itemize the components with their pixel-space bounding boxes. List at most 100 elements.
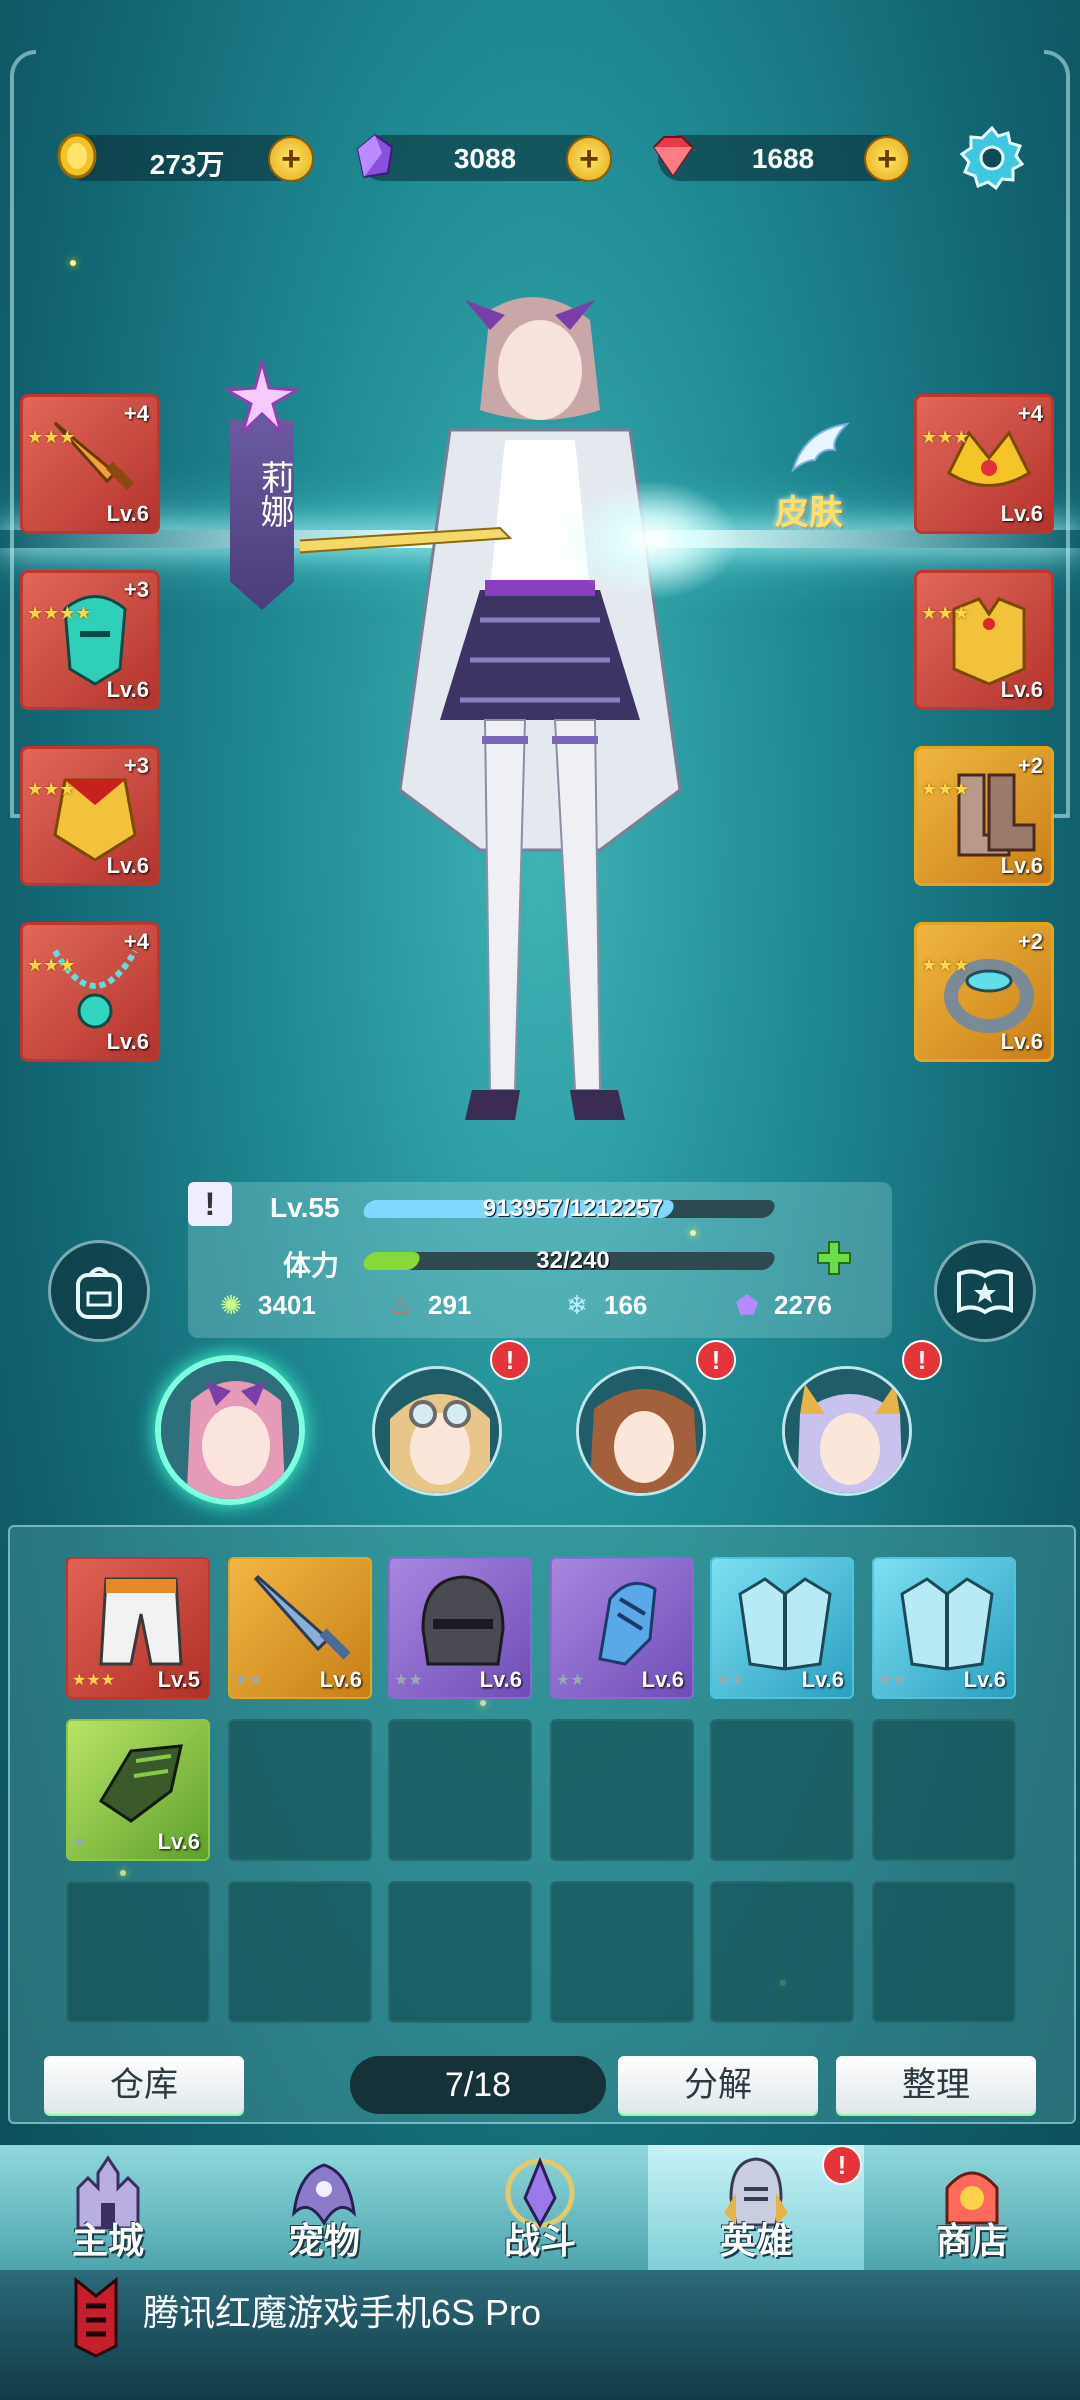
settings-gear-icon[interactable] bbox=[958, 124, 1026, 192]
nav-pet[interactable]: 宠物 bbox=[216, 2145, 432, 2270]
plate-armor-icon bbox=[900, 1577, 994, 1671]
nav-main-city[interactable]: 主城 bbox=[0, 2145, 216, 2270]
rarity-stars: ★★ bbox=[556, 1672, 585, 1689]
rarity-stars: ★★★ bbox=[921, 603, 970, 623]
decompose-button[interactable]: 分解 bbox=[618, 2056, 818, 2114]
empty-slot[interactable] bbox=[388, 1881, 532, 2023]
item-level: Lv.6 bbox=[319, 1667, 362, 1692]
rarity-stars: ★★ bbox=[234, 1672, 263, 1689]
rarity-stars: ★★★ bbox=[921, 779, 970, 799]
hero-avatar-2[interactable] bbox=[372, 1366, 502, 1496]
empty-slot[interactable] bbox=[228, 1719, 372, 1861]
empty-slot[interactable] bbox=[66, 1881, 210, 2023]
crystal-currency: 3088 + bbox=[356, 133, 612, 182]
nav-label: 战斗 bbox=[503, 2220, 576, 2261]
add-ruby-button[interactable]: + bbox=[864, 136, 910, 182]
nav-battle[interactable]: 战斗 bbox=[432, 2145, 648, 2270]
nav-label: 英雄 bbox=[719, 2220, 792, 2261]
stat-defense: ⬟ 2276 bbox=[734, 1290, 832, 1321]
add-crystal-button[interactable]: + bbox=[566, 136, 612, 182]
rarity-stars: ★★★ bbox=[27, 779, 76, 799]
add-gold-button[interactable]: + bbox=[268, 136, 314, 182]
equip-slot-helmet[interactable]: ★★★★ +3 Lv.6 bbox=[20, 570, 160, 710]
enhance-level: +4 bbox=[1017, 401, 1043, 426]
item-level: Lv.5 bbox=[157, 1667, 200, 1692]
shield-icon: ⬟ bbox=[735, 1290, 759, 1320]
empty-slot[interactable] bbox=[872, 1881, 1016, 2023]
empty-slot[interactable] bbox=[550, 1719, 694, 1861]
empty-slot[interactable] bbox=[710, 1719, 854, 1861]
hero-name: 莉娜 bbox=[255, 460, 293, 528]
rarity-stars: ★★★ bbox=[921, 955, 970, 975]
bottom-navigation: 主城 宠物 战斗 英雄 ! 商店 bbox=[0, 2145, 1080, 2270]
nav-label: 商店 bbox=[935, 2220, 1008, 2261]
stat-value: 2276 bbox=[774, 1290, 832, 1320]
enhance-level: +2 bbox=[1017, 753, 1043, 778]
skin-button[interactable]: 皮肤 bbox=[775, 485, 843, 534]
inventory-item[interactable]: ★★ Lv.6 bbox=[710, 1557, 854, 1699]
backpack-button[interactable] bbox=[48, 1240, 150, 1342]
inventory-item[interactable]: ★★★ Lv.5 bbox=[66, 1557, 210, 1699]
rarity-stars: ★★★ bbox=[72, 1672, 116, 1689]
add-stamina-button[interactable] bbox=[814, 1238, 854, 1278]
equip-slot-boots[interactable]: ★★★ +2 Lv.6 bbox=[914, 746, 1054, 886]
enhance-level: +2 bbox=[1017, 929, 1043, 954]
codex-button[interactable] bbox=[934, 1240, 1036, 1342]
equip-slot-necklace[interactable]: ★★★ +4 Lv.6 bbox=[20, 922, 160, 1062]
hero-nav-alert-badge: ! bbox=[822, 2145, 862, 2185]
device-brand-text: 腾讯红魔游戏手机6S Pro bbox=[143, 2292, 542, 2333]
item-level: Lv.6 bbox=[963, 1667, 1006, 1692]
empty-slot[interactable] bbox=[228, 1881, 372, 2023]
inventory-count: 7/18 bbox=[350, 2056, 606, 2114]
stamina-label: 体力 bbox=[283, 1250, 340, 1281]
iron-helmet-icon bbox=[421, 1575, 505, 1666]
equip-slot-chest[interactable]: ★★★ Lv.6 bbox=[914, 570, 1054, 710]
rarity-stars: ★★★ bbox=[921, 427, 970, 447]
empty-slot[interactable] bbox=[388, 1719, 532, 1861]
crystal-icon bbox=[350, 131, 400, 181]
attack-icon: ✺ bbox=[220, 1290, 242, 1320]
hero-2-alert-badge: ! bbox=[490, 1340, 530, 1380]
inventory-panel: ★★★ Lv.5 ★★ Lv.6 ★★ Lv.6 ★★ Lv.6 ★★ Lv.6… bbox=[8, 1525, 1076, 2124]
rarity-stars: ★★★★ bbox=[27, 603, 92, 623]
rarity-stars: ★★★ bbox=[27, 427, 76, 447]
book-icon bbox=[957, 1269, 1013, 1315]
rarity-stars: ★★★ bbox=[27, 955, 76, 975]
item-level: Lv.6 bbox=[106, 853, 149, 878]
equip-slot-ring[interactable]: ★★★ +2 Lv.6 bbox=[914, 922, 1054, 1062]
item-level: Lv.6 bbox=[106, 501, 149, 526]
hero-avatar-4[interactable] bbox=[782, 1366, 912, 1496]
equip-slot-armor[interactable]: ★★★ +3 Lv.6 bbox=[20, 746, 160, 886]
hero-stats-panel: ! Lv.55 913957/1212257 体力 32/240 ✺ 3401 ♨… bbox=[188, 1182, 892, 1338]
sort-button[interactable]: 整理 bbox=[836, 2056, 1036, 2114]
item-level: Lv.6 bbox=[106, 677, 149, 702]
nav-shop[interactable]: 商店 bbox=[864, 2145, 1080, 2270]
warehouse-button[interactable]: 仓库 bbox=[44, 2056, 244, 2114]
equip-slot-crown[interactable]: ★★★ +4 Lv.6 bbox=[914, 394, 1054, 534]
inventory-item[interactable]: ★ Lv.6 bbox=[66, 1719, 210, 1861]
glove-icon bbox=[98, 1744, 183, 1823]
gold-currency: 273万 + bbox=[57, 133, 314, 182]
inventory-item[interactable]: ★★ Lv.6 bbox=[550, 1557, 694, 1699]
stat-fire: ♨ 291 bbox=[388, 1290, 471, 1321]
hero-character-art[interactable] bbox=[177, 290, 780, 1250]
hero-avatar-3[interactable] bbox=[576, 1366, 706, 1496]
device-watermark-bar: 腾讯红魔游戏手机6S Pro bbox=[0, 2270, 1080, 2400]
enhance-level: +4 bbox=[123, 401, 149, 426]
inventory-item[interactable]: ★★ Lv.6 bbox=[872, 1557, 1016, 1699]
equip-slot-weapon[interactable]: ★★★ +4 Lv.6 bbox=[20, 394, 160, 534]
enhance-level: +3 bbox=[123, 753, 149, 778]
hero-avatar-lina[interactable] bbox=[155, 1355, 305, 1505]
nav-label: 主城 bbox=[71, 2220, 144, 2261]
inventory-item[interactable]: ★★ Lv.6 bbox=[388, 1557, 532, 1699]
info-notice-button[interactable]: ! bbox=[188, 1182, 232, 1226]
inventory-item[interactable]: ★★ Lv.6 bbox=[228, 1557, 372, 1699]
item-level: Lv.6 bbox=[157, 1829, 200, 1854]
empty-slot[interactable] bbox=[872, 1719, 1016, 1861]
item-level: Lv.6 bbox=[801, 1667, 844, 1692]
empty-slot[interactable] bbox=[710, 1881, 854, 2023]
stat-attack: ✺ 3401 bbox=[218, 1290, 316, 1321]
empty-slot[interactable] bbox=[550, 1881, 694, 2023]
gold-coin-icon bbox=[52, 131, 102, 181]
skin-wing-icon bbox=[785, 420, 855, 480]
